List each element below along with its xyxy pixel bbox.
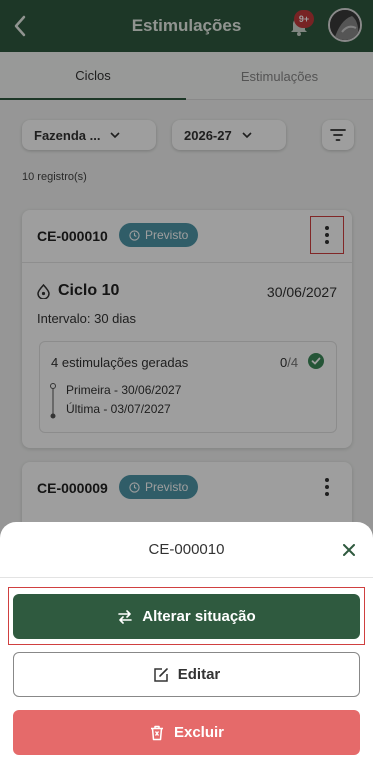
swap-arrows-icon <box>118 609 133 624</box>
sheet-title: CE-000010 <box>148 541 225 558</box>
app-root: Estimulações 9+ Ciclos Estimulações Faze… <box>0 0 373 770</box>
change-status-button[interactable]: Alterar situação <box>13 594 360 639</box>
delete-button[interactable]: Excluir <box>13 710 360 755</box>
close-button[interactable] <box>338 539 360 561</box>
divider <box>0 577 373 578</box>
delete-label: Excluir <box>173 724 225 741</box>
trash-icon <box>150 725 163 740</box>
actions-bottom-sheet: CE-000010 Alterar situação Editar Exclui… <box>0 522 373 770</box>
edit-icon <box>153 667 168 682</box>
change-status-label: Alterar situação <box>142 608 256 625</box>
close-icon <box>343 544 355 556</box>
edit-button[interactable]: Editar <box>13 652 360 697</box>
edit-label: Editar <box>177 666 221 683</box>
